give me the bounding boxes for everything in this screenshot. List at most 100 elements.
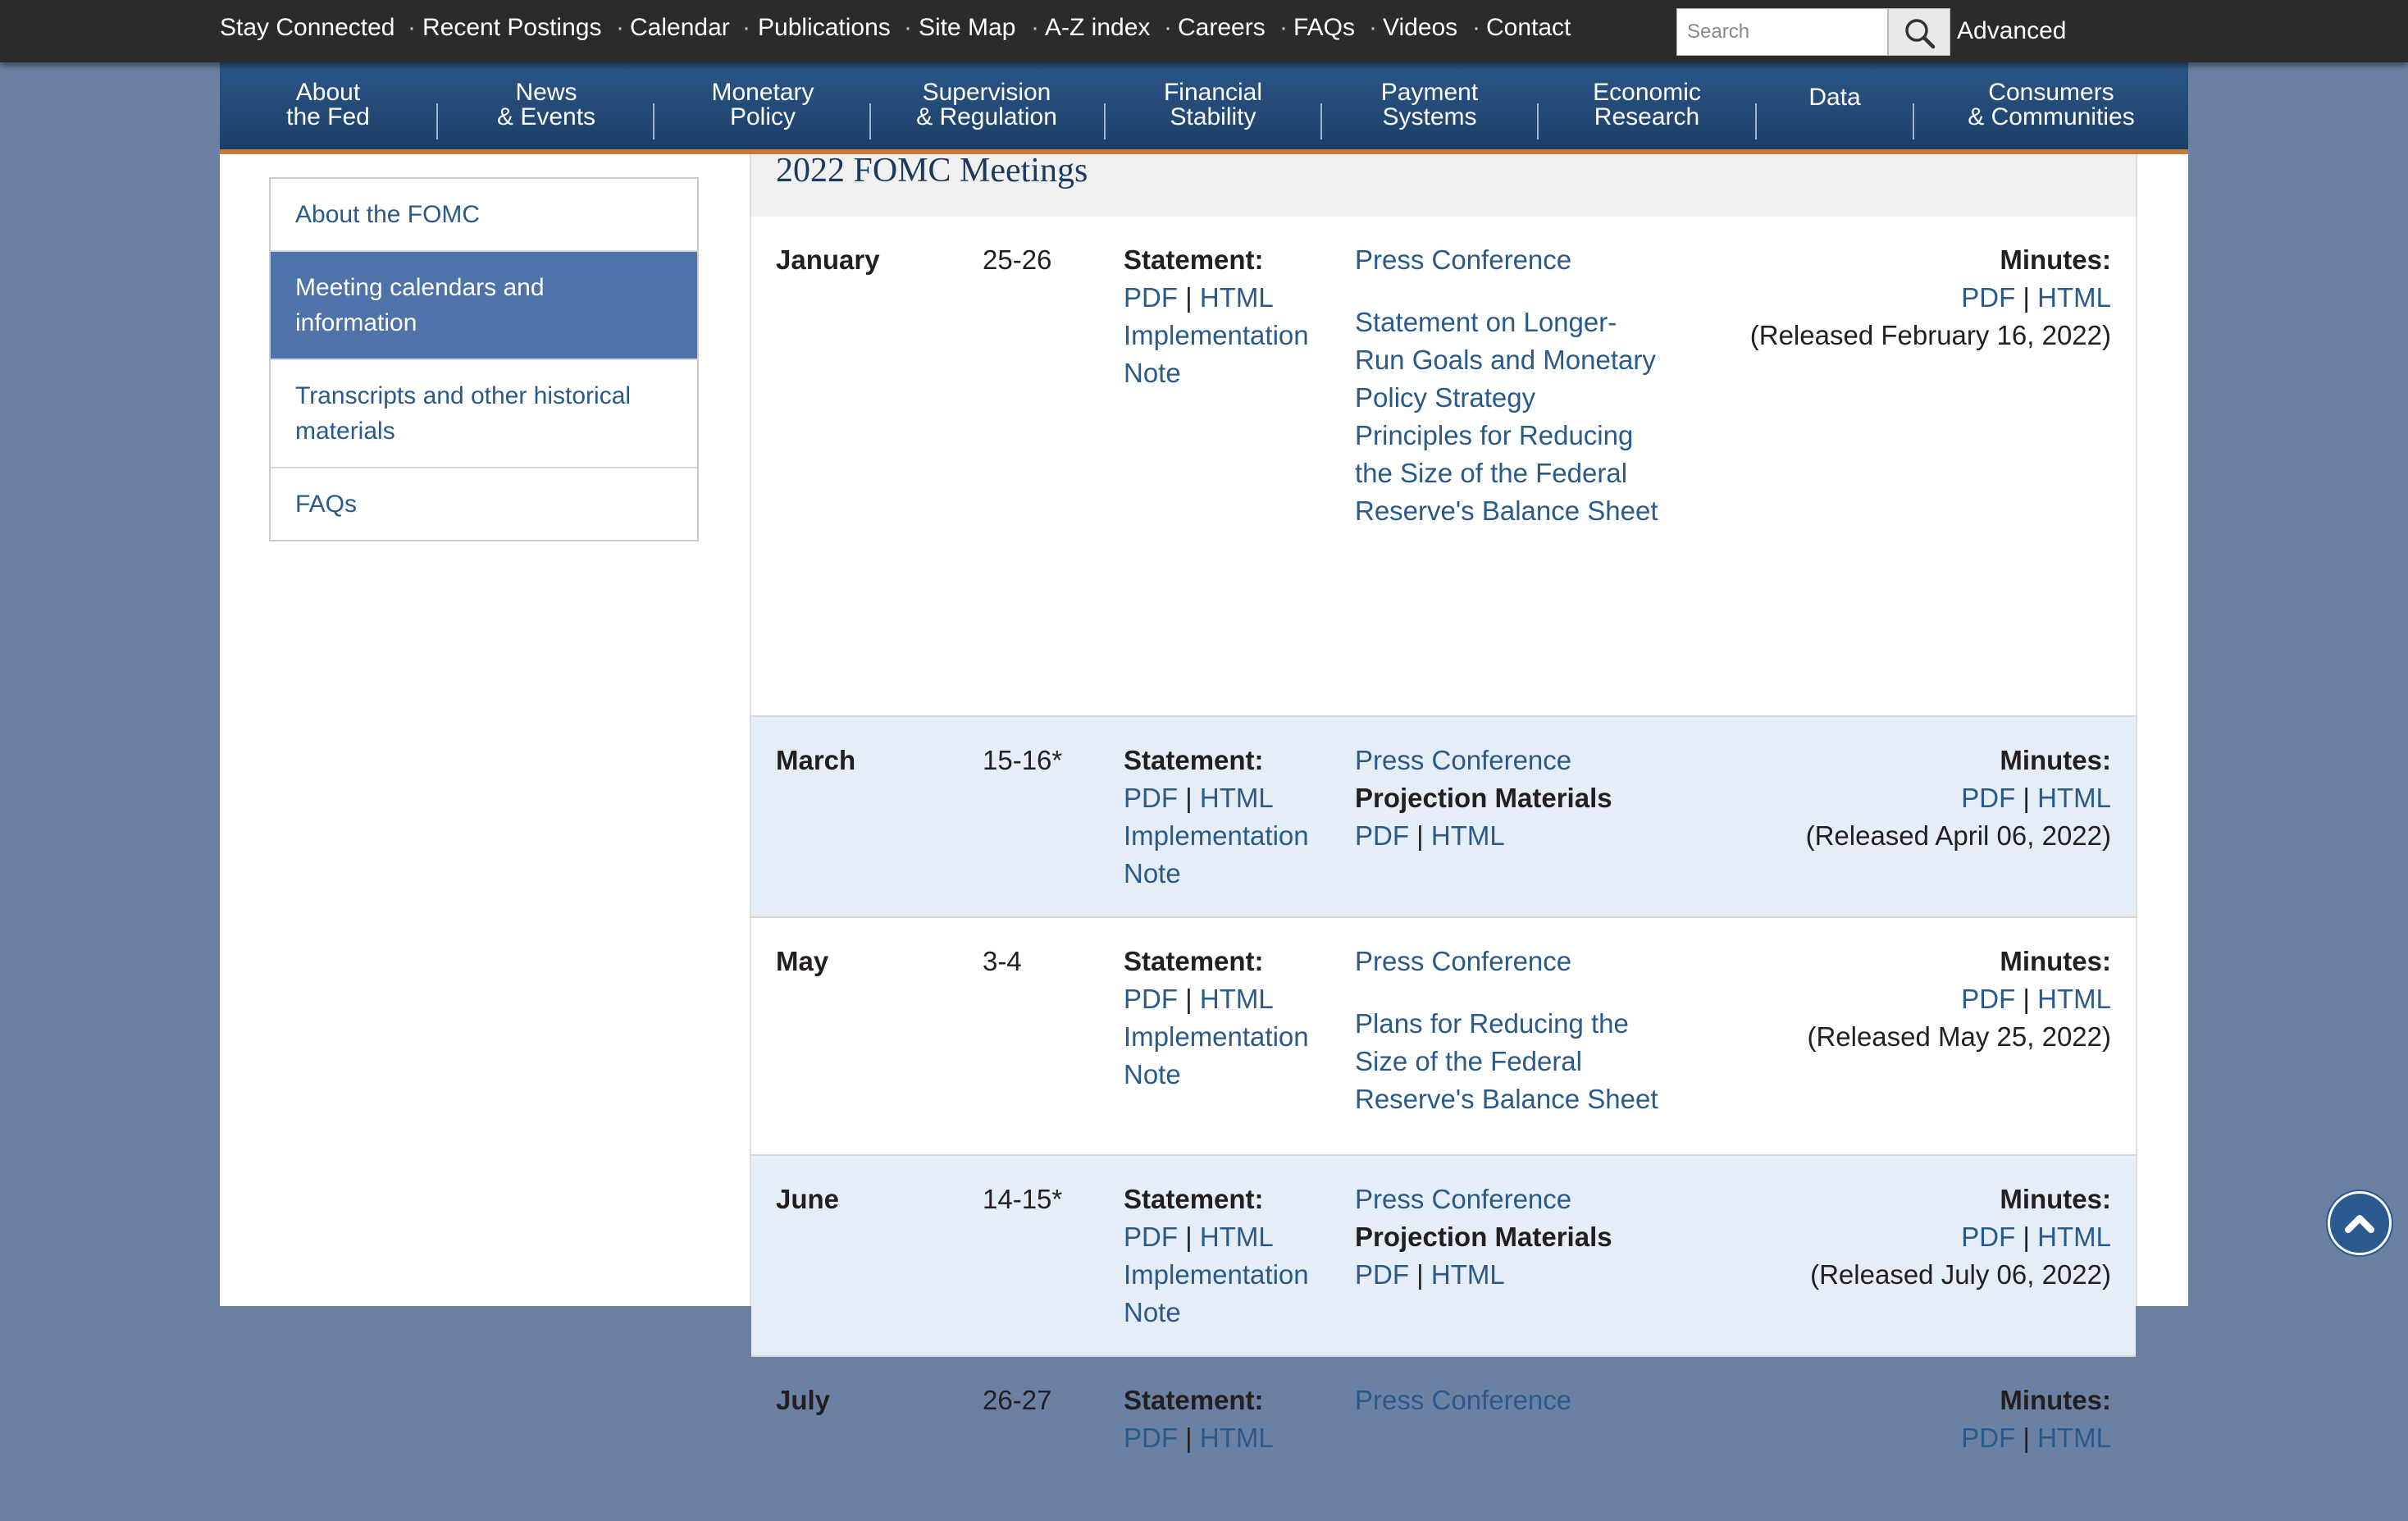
press-conference-link[interactable]: Press Conference	[1355, 946, 1571, 976]
statement-block: Statement: PDF | HTML	[1124, 1382, 1320, 1457]
minutes-pdf-link[interactable]: PDF	[1961, 1222, 2015, 1252]
balance-sheet-plans-link[interactable]: Plans for Reducing the Size of the Feder…	[1355, 1005, 1683, 1118]
nav-label: Supervision	[922, 79, 1051, 106]
back-to-top-button[interactable]	[2328, 1191, 2408, 1257]
meeting-row-july: July 26-27 Statement: PDF | HTML Press C…	[751, 1357, 2136, 1521]
utility-link-a-z-index[interactable]: A-Z index	[1045, 13, 1150, 43]
sidebar-item-faqs[interactable]: FAQs	[271, 468, 697, 540]
balance-sheet-principles-link[interactable]: Principles for Reducing the Size of the …	[1355, 417, 1683, 530]
projection-html-link[interactable]: HTML	[1431, 820, 1505, 851]
utility-link-videos[interactable]: Videos	[1383, 13, 1457, 43]
press-conference-link[interactable]: Press Conference	[1355, 1385, 1571, 1415]
meetings-panel: 2022 FOMC Meetings January 25-26 Stateme…	[750, 149, 2137, 1453]
meeting-dates: 14-15*	[983, 1184, 1063, 1214]
utility-link-calendar[interactable]: Calendar	[630, 13, 730, 43]
minutes-block: Minutes: PDF | HTML (Released February 1…	[1750, 241, 2111, 354]
utility-separator: ·	[1031, 14, 1039, 41]
statement-html-link[interactable]: HTML	[1200, 1423, 1274, 1453]
nav-data[interactable]: Data	[1757, 85, 1913, 110]
back-to-top-circle[interactable]	[2328, 1191, 2392, 1255]
utility-link-stay-connected[interactable]: Stay Connected	[220, 13, 394, 43]
statement-label: Statement:	[1124, 946, 1264, 976]
nav-label: the Fed	[286, 103, 370, 130]
implementation-note-link[interactable]: Implementation Note	[1124, 1256, 1320, 1331]
minutes-html-link[interactable]: HTML	[2037, 984, 2111, 1014]
search-input[interactable]	[1676, 8, 1888, 56]
minutes-html-link[interactable]: HTML	[2037, 1222, 2111, 1252]
statement-block: Statement: PDF | HTML Implementation Note	[1124, 1181, 1320, 1331]
utility-separator: ·	[904, 14, 912, 41]
projection-pdf-link[interactable]: PDF	[1355, 820, 1409, 851]
meeting-dates: 15-16*	[983, 745, 1063, 775]
statement-pdf-link[interactable]: PDF	[1124, 984, 1178, 1014]
implementation-note-link[interactable]: Implementation Note	[1124, 817, 1320, 893]
link-separator: |	[1185, 984, 1193, 1014]
statement-pdf-link[interactable]: PDF	[1124, 783, 1178, 813]
advanced-search-link[interactable]: Advanced	[1957, 16, 2066, 46]
nav-monetary-policy[interactable]: Monetary Policy	[654, 80, 871, 130]
statement-pdf-link[interactable]: PDF	[1124, 1423, 1178, 1453]
utility-link-careers[interactable]: Careers	[1178, 13, 1266, 43]
nav-economic-research[interactable]: Economic Research	[1539, 80, 1755, 130]
meeting-month: January	[776, 244, 880, 275]
extra-materials: Press Conference Projection Materials PD…	[1355, 1181, 1683, 1294]
press-conference-link[interactable]: Press Conference	[1355, 1184, 1571, 1214]
link-separator: |	[1416, 820, 1424, 851]
longer-run-goals-link[interactable]: Statement on Longer- Run Goals and Monet…	[1355, 304, 1683, 417]
implementation-note-link[interactable]: Implementation Note	[1124, 317, 1320, 392]
minutes-html-link[interactable]: HTML	[2037, 282, 2111, 313]
utility-link-faqs[interactable]: FAQs	[1293, 13, 1355, 43]
minutes-block: Minutes: PDF | HTML	[1961, 1382, 2111, 1457]
utility-link-publications[interactable]: Publications	[758, 13, 891, 43]
search-button[interactable]	[1888, 8, 1950, 56]
meeting-row-january: January 25-26 Statement: PDF | HTML Impl…	[751, 217, 2136, 717]
statement-html-link[interactable]: HTML	[1200, 282, 1274, 313]
minutes-pdf-link[interactable]: PDF	[1961, 783, 2015, 813]
utility-bar: Stay Connected · Recent Postings · Calen…	[0, 0, 2408, 62]
statement-pdf-link[interactable]: PDF	[1124, 1222, 1178, 1252]
utility-link-contact[interactable]: Contact	[1486, 13, 1571, 43]
projection-materials-label: Projection Materials	[1355, 783, 1612, 813]
utility-link-recent-postings[interactable]: Recent Postings	[422, 13, 601, 43]
minutes-release-date: (Released April 06, 2022)	[1805, 820, 2111, 851]
press-conference-link[interactable]: Press Conference	[1355, 745, 1571, 775]
minutes-pdf-link[interactable]: PDF	[1961, 1423, 2015, 1453]
link-line: Reserve's Balance Sheet	[1355, 496, 1658, 526]
nav-label: Policy	[729, 103, 796, 130]
projection-html-link[interactable]: HTML	[1431, 1259, 1505, 1290]
nav-financial-stability[interactable]: Financial Stability	[1106, 80, 1320, 130]
statement-html-link[interactable]: HTML	[1200, 984, 1274, 1014]
nav-supervision-regulation[interactable]: Supervision & Regulation	[871, 80, 1102, 130]
minutes-pdf-link[interactable]: PDF	[1961, 984, 2015, 1014]
minutes-html-link[interactable]: HTML	[2037, 783, 2111, 813]
minutes-release-date: (Released July 06, 2022)	[1810, 1259, 2111, 1290]
section-header: 2022 FOMC Meetings	[751, 149, 2136, 217]
meeting-month: March	[776, 745, 856, 775]
implementation-note-link[interactable]: Implementation Note	[1124, 1018, 1320, 1094]
utility-separator: ·	[408, 14, 416, 41]
link-separator: |	[2023, 1222, 2030, 1252]
minutes-pdf-link[interactable]: PDF	[1961, 282, 2015, 313]
sidebar-item-meeting-calendars[interactable]: Meeting calendars and information	[271, 252, 697, 360]
meeting-dates: 25-26	[983, 244, 1052, 275]
nav-about-the-fed[interactable]: About the Fed	[220, 80, 436, 130]
statement-pdf-link[interactable]: PDF	[1124, 282, 1178, 313]
sidebar-item-transcripts[interactable]: Transcripts and other historical materia…	[271, 360, 697, 468]
link-separator: |	[1416, 1259, 1424, 1290]
nav-consumers-communities[interactable]: Consumers & Communities	[1914, 80, 2188, 130]
press-conference-link[interactable]: Press Conference	[1355, 244, 1571, 275]
sidebar-item-about-the-fomc[interactable]: About the FOMC	[271, 179, 697, 252]
minutes-html-link[interactable]: HTML	[2037, 1423, 2111, 1453]
nav-news-events[interactable]: News & Events	[438, 80, 654, 130]
nav-payment-systems[interactable]: Payment Systems	[1322, 80, 1537, 130]
nav-label: News	[515, 79, 577, 106]
utility-link-site-map[interactable]: Site Map	[919, 13, 1015, 43]
implementation-note-line: Implementation	[1124, 1021, 1309, 1052]
projection-pdf-link[interactable]: PDF	[1355, 1259, 1409, 1290]
nav-label: Data	[1808, 84, 1861, 111]
statement-html-link[interactable]: HTML	[1200, 1222, 1274, 1252]
link-separator: |	[2023, 1423, 2030, 1453]
statement-html-link[interactable]: HTML	[1200, 783, 1274, 813]
